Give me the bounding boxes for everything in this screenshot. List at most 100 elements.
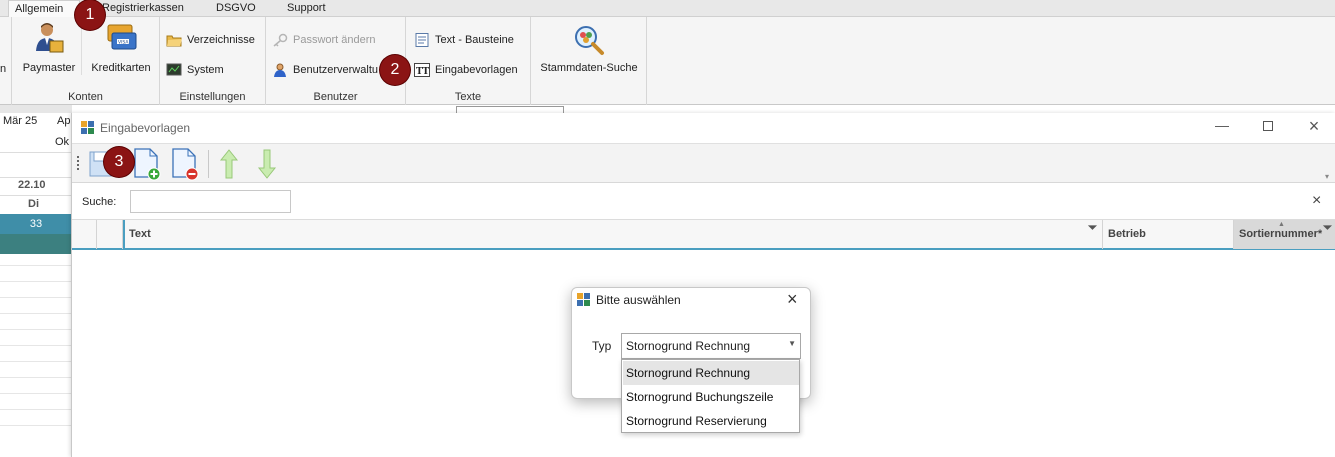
add-document-icon [134, 148, 161, 181]
typ-select[interactable]: Stornogrund Rechnung ▼ [621, 333, 801, 359]
divider [0, 195, 72, 196]
grid-line [0, 425, 72, 426]
tab-label: DSGVO [216, 2, 256, 14]
checkbox-header[interactable] [97, 220, 123, 249]
grid-line [0, 265, 72, 266]
group-einstellungen: Verzeichnisse System Einstellungen [160, 17, 266, 105]
column-header-text[interactable]: Text ⏷ [123, 220, 1103, 249]
benutzerverwaltung-button[interactable]: Benutzerverwaltu [272, 60, 378, 80]
divider [0, 152, 72, 153]
grid-line [0, 393, 72, 394]
grid-line [0, 313, 72, 314]
ribbon: n Paymaster VISA Kreditkarten Konten Ver… [0, 17, 1335, 105]
filter-icon[interactable]: ⏷ [1088, 214, 1097, 243]
window-toolbar: ▾ [72, 143, 1335, 183]
chevron-down-icon[interactable]: ▼ [788, 339, 796, 348]
key-icon [272, 33, 288, 47]
arrow-down-icon [257, 149, 277, 179]
step-badge: 2 [380, 55, 410, 85]
close-icon: × [787, 289, 798, 309]
dialog-title: Bitte auswählen [596, 293, 681, 307]
group-divider [0, 17, 12, 105]
column-header-sortiernummer[interactable]: Sortiernummer* ▲ ⏷ [1234, 220, 1335, 249]
move-down-button[interactable] [256, 148, 278, 180]
arrow-up-icon [219, 149, 239, 179]
typ-select-value: Stornogrund Rechnung [626, 339, 751, 353]
group-label-konten: Konten [68, 91, 103, 103]
search-input[interactable] [130, 190, 291, 213]
tab-dsgvo[interactable]: DSGVO [210, 0, 262, 17]
count-cell[interactable]: 33 [0, 214, 72, 234]
window-titlebar: Eingabevorlagen — × [72, 113, 1335, 143]
group-label-benutzer: Benutzer [313, 91, 358, 103]
tab-registrierkassen[interactable]: Registrierkassen [96, 0, 190, 17]
svg-text:TT: TT [416, 67, 429, 77]
verzeichnisse-label: Verzeichnisse [187, 34, 255, 46]
grid-line [0, 377, 72, 378]
window-title: Eingabevorlagen [100, 121, 191, 135]
option-label: Stornogrund Buchungszeile [626, 390, 774, 404]
maximize-button[interactable] [1256, 117, 1280, 137]
column-header-betrieb[interactable]: Betrieb [1103, 220, 1234, 249]
row-indicator-header [72, 220, 97, 249]
grid-line [0, 329, 72, 330]
separator [81, 25, 82, 75]
search-row: Suche: × [72, 185, 1335, 219]
kreditkarten-button[interactable]: VISA Kreditkarten [86, 21, 156, 74]
delete-button[interactable] [170, 147, 202, 181]
toolbar-overflow-icon[interactable]: ▾ [1325, 172, 1329, 181]
toolbar-separator [208, 150, 209, 178]
grid-line [0, 281, 72, 282]
column-label: Text [129, 228, 151, 240]
dropdown-option[interactable]: Stornogrund Reservierung [623, 409, 799, 433]
paymaster-button[interactable]: Paymaster [18, 21, 80, 74]
close-icon: × [1308, 116, 1320, 136]
close-window-button[interactable]: × [1302, 115, 1326, 137]
remove-document-icon [172, 148, 199, 181]
teal-row[interactable] [0, 234, 72, 254]
grid-header: Text ⏷ Betrieb Sortiernummer* ▲ ⏷ [72, 219, 1335, 250]
clear-search-icon[interactable]: × [1312, 192, 1321, 210]
passwort-aendern-button[interactable]: Passwort ändern [272, 30, 376, 50]
monitor-icon [166, 63, 182, 77]
stammdaten-suche-button[interactable]: Stammdaten-Suche [535, 23, 643, 74]
date-header: 22.10 [18, 179, 46, 191]
credit-card-icon: VISA [107, 24, 137, 50]
eingabevorlagen-button[interactable]: TT Eingabevorlagen [414, 60, 518, 80]
group-label-texte: Texte [454, 91, 482, 103]
app-icon [81, 121, 94, 134]
background-field [456, 106, 564, 113]
user-icon [272, 63, 288, 78]
tab-allgemein[interactable]: Allgemein [8, 0, 80, 17]
sort-ascending-icon: ▲ [1278, 221, 1285, 228]
stammdaten-suche-label: Stammdaten-Suche [540, 62, 638, 74]
add-button[interactable] [132, 147, 164, 181]
text-bausteine-button[interactable]: Text - Bausteine [414, 30, 514, 50]
verzeichnisse-button[interactable]: Verzeichnisse [166, 30, 255, 50]
dropdown-option[interactable]: Stornogrund Buchungszeile [623, 385, 799, 409]
month-label: Ap [57, 115, 71, 127]
weekday-header: Di [28, 198, 39, 210]
text-template-icon: TT [414, 63, 430, 78]
ribbon-tab-bar: Allgemein Registrierkassen DSGVO Support [0, 0, 1335, 17]
tab-support[interactable]: Support [281, 0, 332, 17]
paymaster-label: Paymaster [22, 62, 76, 74]
document-list-icon [414, 33, 430, 48]
step-badge: 1 [75, 0, 105, 30]
dropdown-option[interactable]: Stornogrund Rechnung [623, 361, 799, 385]
kreditkarten-label: Kreditkarten [91, 62, 151, 74]
move-up-button[interactable] [218, 148, 240, 180]
minimize-icon: — [1215, 117, 1229, 133]
system-button[interactable]: System [166, 60, 224, 80]
svg-text:VISA: VISA [118, 40, 129, 46]
column-fragment: Ok [55, 136, 70, 148]
search-label: Suche: [82, 196, 117, 208]
folder-icon [166, 33, 182, 47]
eingabevorlagen-label: Eingabevorlagen [435, 64, 518, 76]
toolbar-grip[interactable] [77, 156, 79, 170]
minimize-button[interactable]: — [1210, 117, 1234, 137]
filter-icon[interactable]: ⏷ [1323, 214, 1332, 243]
column-label: Betrieb [1108, 228, 1146, 240]
calendar-background: Mär 25 Ap Ok 22.10 Di 33 [0, 105, 72, 457]
dialog-close-button[interactable]: × [787, 289, 798, 310]
